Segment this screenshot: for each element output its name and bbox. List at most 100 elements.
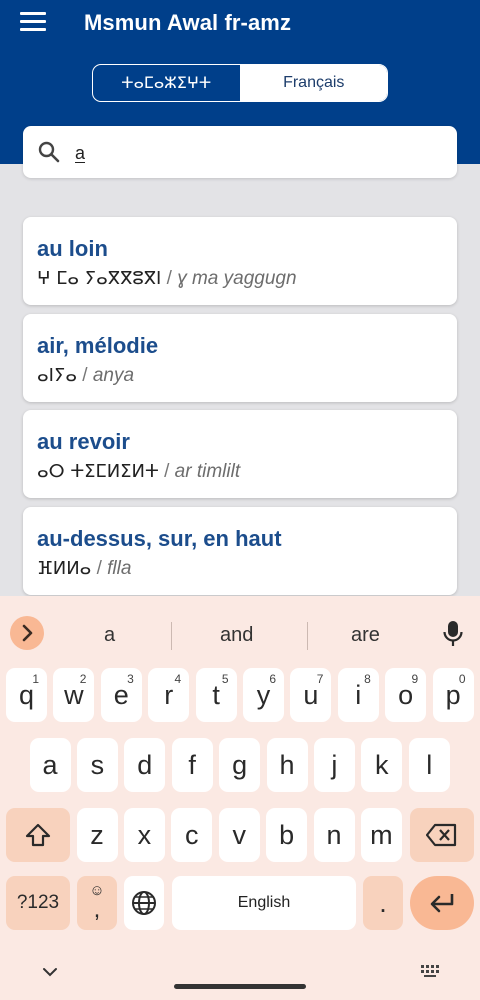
app-title: Msmun Awal fr-amz xyxy=(84,10,292,35)
result-latin: ar timlilt xyxy=(174,461,241,482)
result-card[interactable]: au revoir ⴰⵔ ⵜⵉⵎⵍⵉⵍⵜ / ar timlilt xyxy=(23,410,457,498)
enter-key[interactable] xyxy=(410,876,474,930)
key-u[interactable]: u7 xyxy=(290,668,332,722)
suggestion-divider xyxy=(307,622,308,650)
key-label: x xyxy=(137,819,152,850)
key-hint-number: 4 xyxy=(174,672,182,686)
result-tifinagh: ⴰⵏⵢⴰ xyxy=(37,364,77,386)
keyboard-switch-icon[interactable] xyxy=(420,964,442,978)
key-x[interactable]: x xyxy=(123,808,165,862)
key-label: f xyxy=(188,749,196,780)
lang-option-french[interactable]: Français xyxy=(240,65,387,101)
shift-key[interactable] xyxy=(6,808,70,862)
result-tifinagh: ⴰⵔ ⵜⵉⵎⵍⵉⵍⵜ xyxy=(37,461,159,482)
microphone-icon[interactable] xyxy=(442,620,464,648)
suggestion-3[interactable]: are xyxy=(351,624,380,647)
key-label: v xyxy=(232,819,246,850)
result-french-term: au revoir xyxy=(37,429,130,454)
result-translation: ⴰⵔ ⵜⵉⵎⵍⵉⵍⵜ / ar timlilt xyxy=(37,460,443,484)
key-hint-number: 6 xyxy=(269,672,276,686)
search-bar xyxy=(23,126,457,178)
key-s[interactable]: s xyxy=(76,738,118,792)
key-hint-number: 1 xyxy=(32,672,39,686)
key-t[interactable]: t5 xyxy=(195,668,237,722)
suggestion-bar: a and are xyxy=(0,604,480,664)
language-key[interactable] xyxy=(124,876,164,930)
symbols-key[interactable]: ?123 xyxy=(6,876,70,930)
search-input[interactable] xyxy=(75,140,435,166)
key-label: c xyxy=(185,819,199,850)
result-latin: ɣ ma yaggugn xyxy=(177,268,297,289)
emoji-icon: ☺ xyxy=(89,882,105,899)
key-label: r xyxy=(164,679,174,710)
search-icon xyxy=(38,141,60,163)
key-hint-number: 8 xyxy=(364,672,371,686)
key-w[interactable]: w2 xyxy=(53,668,95,722)
key-label: z xyxy=(90,819,104,850)
key-z[interactable]: z xyxy=(76,808,118,862)
hide-keyboard-icon[interactable] xyxy=(42,966,58,978)
key-o[interactable]: o9 xyxy=(385,668,427,722)
key-hint-number: 5 xyxy=(221,672,229,686)
key-label: n xyxy=(326,819,342,850)
result-translation: ⴼⵍⵍⴰ / flla xyxy=(37,557,443,581)
result-card[interactable]: au loin ⵖ ⵎⴰ ⵢⴰⴳⴳⵓⴳⵏ / ɣ ma yaggugn xyxy=(23,217,457,305)
emoji-comma-key[interactable]: ☺ , xyxy=(77,876,117,930)
key-label: a xyxy=(42,749,58,780)
key-label: l xyxy=(426,749,433,780)
result-card[interactable]: au-dessus, sur, en haut ⴼⵍⵍⴰ / flla xyxy=(23,506,457,595)
key-label: y xyxy=(256,679,271,710)
key-hint-number: 2 xyxy=(79,672,87,686)
key-label: g xyxy=(232,749,248,780)
menu-icon[interactable] xyxy=(20,12,46,34)
result-tifinagh: ⵖ ⵎⴰ ⵢⴰⴳⴳⵓⴳⵏ xyxy=(37,268,162,289)
key-f[interactable]: f xyxy=(171,738,213,792)
backspace-key[interactable] xyxy=(410,808,474,862)
lang-option-tifinagh[interactable]: ⵜⴰⵎⴰⵣⵉⵖⵜ xyxy=(93,65,241,101)
result-french-term: au-dessus, sur, en haut xyxy=(37,525,282,551)
period-key[interactable]: . xyxy=(363,876,403,930)
separator: / xyxy=(76,364,93,386)
space-label: English xyxy=(237,894,291,911)
shift-icon xyxy=(25,823,51,847)
key-c[interactable]: c xyxy=(171,808,213,862)
key-i[interactable]: i8 xyxy=(337,668,379,722)
key-label: j xyxy=(331,749,338,780)
key-r[interactable]: r4 xyxy=(148,668,190,722)
home-gesture-pill[interactable] xyxy=(174,984,306,989)
comma-label: , xyxy=(93,896,101,923)
space-key[interactable]: English xyxy=(172,876,356,930)
separator: / xyxy=(91,557,108,579)
key-b[interactable]: b xyxy=(266,808,308,862)
key-h[interactable]: h xyxy=(266,738,308,792)
key-v[interactable]: v xyxy=(218,808,260,862)
key-l[interactable]: l xyxy=(408,738,450,792)
result-tifinagh: ⴼⵍⵍⴰ xyxy=(37,557,92,579)
key-k[interactable]: k xyxy=(361,738,403,792)
key-hint-number: 0 xyxy=(458,672,466,686)
key-g[interactable]: g xyxy=(219,738,261,792)
result-french-term: au loin xyxy=(37,236,108,261)
separator: / xyxy=(161,268,178,289)
key-label: d xyxy=(137,749,153,780)
key-label: m xyxy=(370,819,393,850)
key-p[interactable]: p0 xyxy=(432,668,474,722)
key-hint-number: 9 xyxy=(411,672,419,686)
expand-toolbar-button[interactable] xyxy=(10,616,44,650)
key-m[interactable]: m xyxy=(360,808,402,862)
key-j[interactable]: j xyxy=(313,738,355,792)
key-label: b xyxy=(279,819,295,850)
key-a[interactable]: a xyxy=(29,738,71,792)
key-label: s xyxy=(90,749,105,780)
result-card[interactable]: air, mélodie ⴰⵏⵢⴰ / anya xyxy=(23,313,457,402)
separator: / xyxy=(158,461,175,482)
key-d[interactable]: d xyxy=(124,738,166,792)
key-e[interactable]: e3 xyxy=(100,668,142,722)
key-n[interactable]: n xyxy=(313,808,355,862)
result-translation: ⵖ ⵎⴰ ⵢⴰⴳⴳⵓⴳⵏ / ɣ ma yaggugn xyxy=(37,267,443,291)
suggestion-1[interactable]: a xyxy=(104,624,115,647)
suggestion-divider xyxy=(171,622,172,650)
suggestion-2[interactable]: and xyxy=(220,624,253,647)
key-y[interactable]: y6 xyxy=(243,668,284,722)
key-q[interactable]: q1 xyxy=(6,668,47,722)
